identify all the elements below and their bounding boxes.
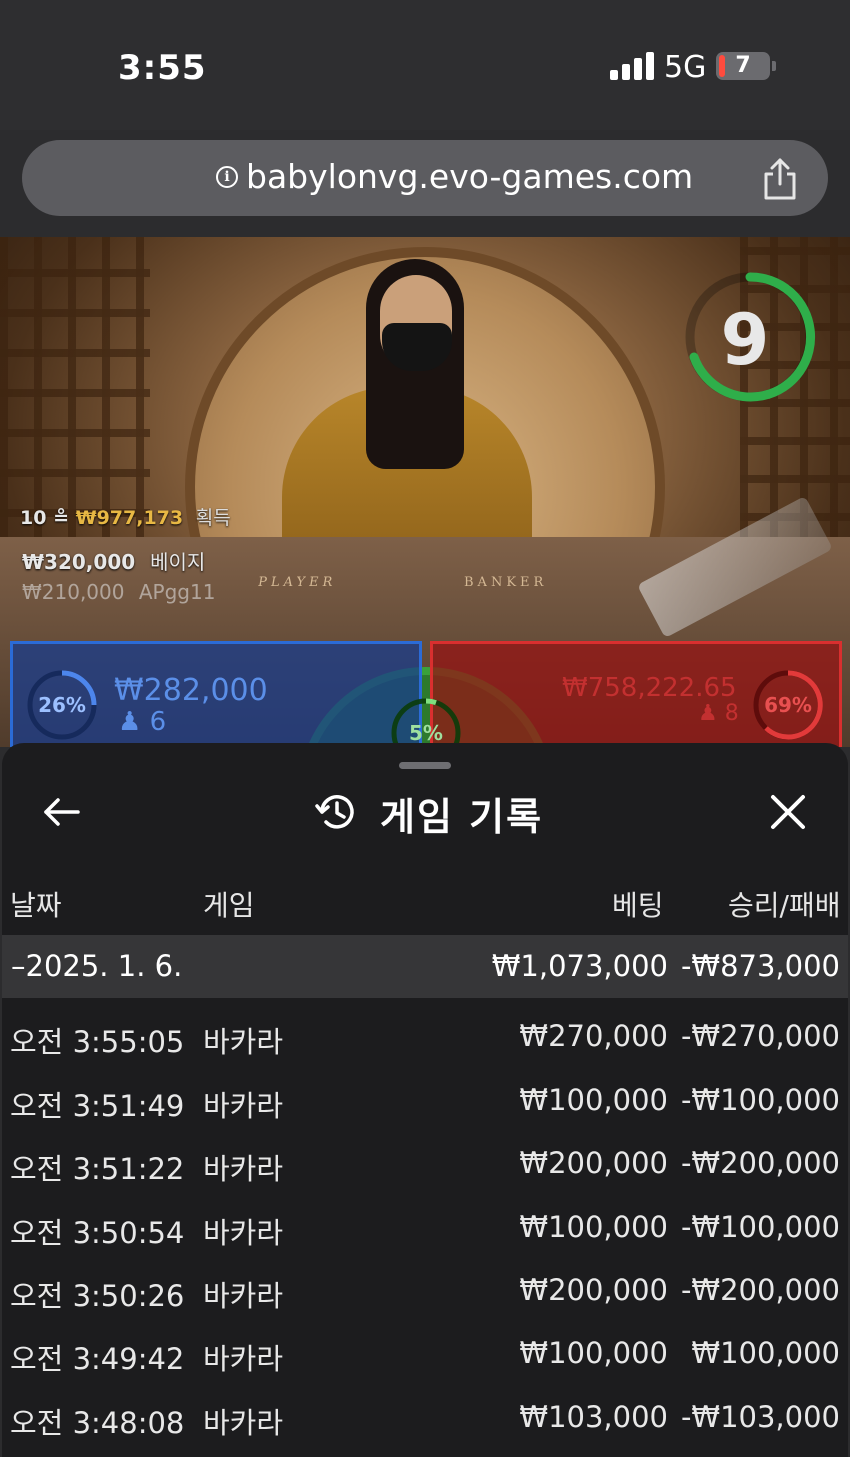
bet-feed-user: 베이지 — [150, 550, 206, 574]
row-bet: ₩200,000 — [519, 1146, 668, 1180]
sheet-grabber[interactable] — [399, 762, 451, 769]
row-game: 바카라 — [203, 1025, 284, 1059]
row-time: 오전 3:48:08 — [10, 1406, 185, 1440]
row-time: 오전 3:50:54 — [10, 1216, 185, 1250]
row-time: 오전 3:55:05 — [10, 1025, 185, 1059]
back-arrow-icon[interactable] — [40, 790, 84, 834]
row-win-loss: -₩103,000 — [680, 1400, 840, 1434]
bet-feed-user: APgg11 — [138, 580, 216, 604]
tie-percent: 5% — [409, 721, 443, 745]
date-group-win-loss: -₩873,000 — [680, 949, 840, 983]
row-time: 오전 3:49:42 — [10, 1342, 185, 1376]
history-row[interactable]: 오전 3:50:54 바카라 ₩100,000 -₩100,000 — [2, 1194, 848, 1257]
close-icon[interactable] — [768, 792, 808, 832]
history-row[interactable]: 오전 3:55:05 바카라 ₩270,000 -₩270,000 — [2, 1003, 848, 1066]
table-banker-label: BANKER — [464, 575, 548, 590]
person-icon: ♟ — [118, 707, 142, 737]
row-win-loss: ₩100,000 — [691, 1336, 840, 1370]
sheet-title: 게임 기록 — [380, 795, 544, 839]
row-win-loss: -₩270,000 — [680, 1019, 840, 1053]
row-time: 오전 3:50:26 — [10, 1279, 185, 1313]
row-game: 바카라 — [203, 1216, 284, 1250]
status-time: 3:55 — [118, 48, 207, 88]
row-game: 바카라 — [203, 1406, 284, 1440]
share-icon[interactable] — [760, 156, 800, 202]
history-row[interactable]: 오전 3:48:08 바카라 ₩103,000 -₩103,000 — [2, 1384, 848, 1447]
banker-bettor-count: ♟ 8 — [698, 701, 739, 726]
winners-label: 획득 — [195, 507, 231, 529]
player-total-bet: ₩282,000 — [114, 673, 268, 708]
row-game: 바카라 — [203, 1279, 284, 1313]
player-bettor-count: ♟ 6 — [118, 707, 167, 737]
person-icon: ≗ — [53, 507, 69, 529]
battery-level: 7 — [735, 53, 751, 78]
row-bet: ₩200,000 — [519, 1273, 668, 1307]
row-time: 오전 3:51:49 — [10, 1089, 185, 1123]
row-time: 오전 3:51:22 — [10, 1152, 185, 1186]
network-type: 5G — [664, 50, 707, 85]
live-video[interactable]: PLAYER BANKER 9 10 ≗ ₩977,173 획득 ₩320,00… — [0, 237, 850, 747]
countdown-timer: 9 — [720, 299, 770, 381]
banker-total-bet: ₩758,222.65 — [562, 673, 737, 703]
bet-feed-row: ₩320,000 베이지 — [22, 546, 205, 575]
row-win-loss: -₩200,000 — [680, 1273, 840, 1307]
row-win-loss: -₩200,000 — [680, 1146, 840, 1180]
history-icon — [315, 795, 354, 829]
row-bet: ₩103,000 — [519, 1400, 668, 1434]
player-percent: 26% — [38, 693, 86, 717]
bet-feed-row: ₩210,000 APgg11 — [22, 580, 215, 604]
row-bet: ₩100,000 — [519, 1336, 668, 1370]
person-icon: ♟ — [698, 701, 718, 726]
row-game: 바카라 — [203, 1089, 284, 1123]
banker-percent: 69% — [764, 693, 812, 717]
info-icon[interactable]: i — [216, 166, 238, 188]
row-bet: ₩270,000 — [519, 1019, 668, 1053]
column-header-win-loss: 승리/패배 — [728, 889, 841, 922]
winners-amount: ₩977,173 — [75, 507, 184, 529]
row-game: 바카라 — [203, 1342, 284, 1376]
winners-count: 10 — [20, 507, 47, 529]
date-group-bet: ₩1,073,000 — [491, 949, 668, 983]
row-game: 바카라 — [203, 1152, 284, 1186]
row-win-loss: -₩100,000 — [680, 1083, 840, 1117]
date-group-date: –2025. 1. 6. — [11, 949, 183, 983]
column-header-game: 게임 — [203, 889, 255, 922]
status-bar: 3:55 5G 7 — [0, 0, 850, 130]
history-row[interactable]: 오전 3:50:26 바카라 ₩200,000 -₩200,000 — [2, 1257, 848, 1320]
address-bar[interactable]: i babylonvg.evo-games.com — [22, 140, 828, 216]
cellular-signal-icon — [610, 52, 654, 80]
row-bet: ₩100,000 — [519, 1083, 668, 1117]
history-row[interactable]: 오전 3:49:42 바카라 ₩100,000 ₩100,000 — [2, 1320, 848, 1383]
column-header-date: 날짜 — [10, 889, 62, 922]
table-player-label: PLAYER — [256, 575, 338, 590]
row-win-loss: -₩100,000 — [680, 1210, 840, 1244]
date-group-row[interactable]: –2025. 1. 6. ₩1,073,000 -₩873,000 — [2, 935, 848, 998]
row-bet: ₩100,000 — [519, 1210, 668, 1244]
battery-icon: 7 — [716, 52, 776, 80]
winners-info: 10 ≗ ₩977,173 획득 — [20, 503, 231, 530]
history-row[interactable]: 오전 3:51:22 바카라 ₩200,000 -₩200,000 — [2, 1130, 848, 1193]
url-text[interactable]: babylonvg.evo-games.com — [246, 157, 693, 196]
bet-feed-amount: ₩210,000 — [22, 580, 125, 604]
history-row[interactable]: 오전 3:51:49 바카라 ₩100,000 -₩100,000 — [2, 1067, 848, 1130]
bet-feed-amount: ₩320,000 — [22, 550, 136, 574]
column-header-bet: 베팅 — [612, 889, 664, 922]
